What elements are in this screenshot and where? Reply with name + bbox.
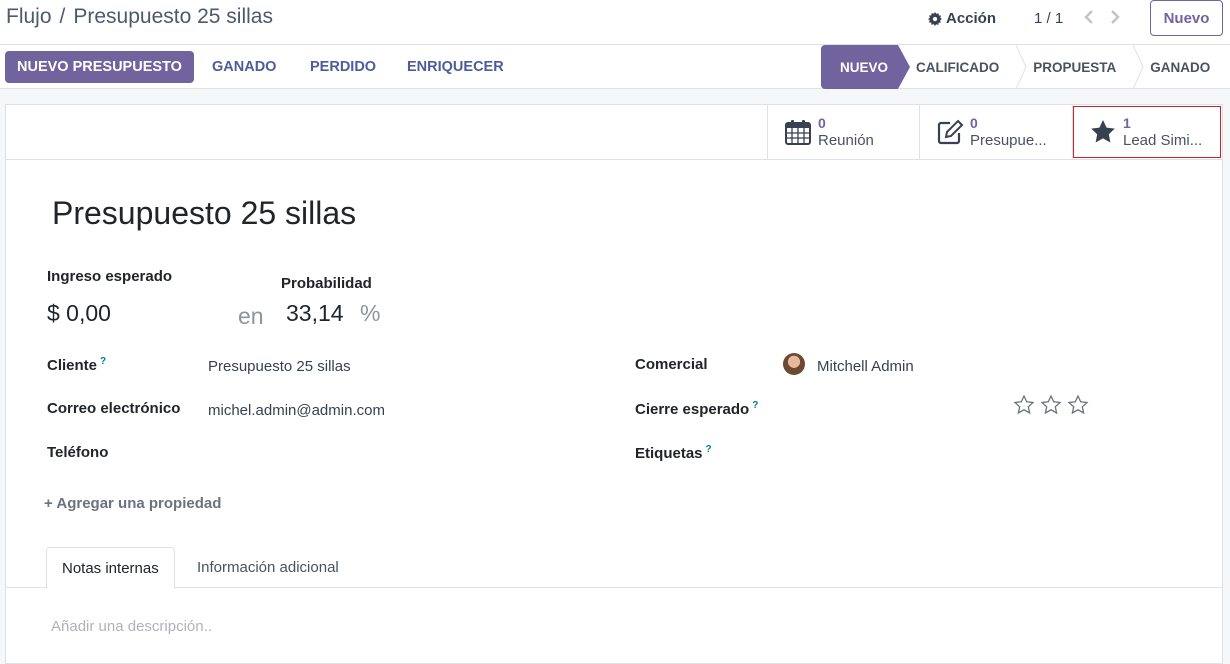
calendar-icon bbox=[785, 120, 811, 145]
stage-ganado[interactable]: GANADO bbox=[1138, 45, 1210, 89]
star-icon bbox=[1091, 120, 1115, 143]
cierre-label-text: Cierre esperado bbox=[635, 401, 750, 418]
tab-additional-info[interactable]: Información adicional bbox=[182, 547, 354, 588]
stage-pipeline: NUEVO CALIFICADO PROPUESTA GANADO bbox=[821, 45, 1210, 89]
new-record-button[interactable]: Nuevo bbox=[1150, 0, 1223, 36]
stage-label: PROPUESTA bbox=[1033, 59, 1117, 75]
form-sheet: 0 Reunión 0 Presupue... 1 Lead Simi... Pres… bbox=[5, 104, 1223, 664]
expected-revenue-label: Ingreso esperado bbox=[47, 268, 173, 285]
help-tooltip-icon[interactable]: ? bbox=[100, 356, 106, 367]
help-tooltip-icon[interactable]: ? bbox=[752, 400, 758, 411]
new-quotation-button[interactable]: NUEVO PRESUPUESTO bbox=[5, 51, 194, 83]
cliente-label-text: Cliente bbox=[47, 357, 98, 374]
quotation-count: 0 bbox=[970, 114, 978, 131]
probability-input[interactable]: 33,14 bbox=[286, 300, 344, 327]
control-panel: Flujo / Presupuesto 25 sillas Acción 1 /… bbox=[0, 0, 1230, 45]
meeting-label: Reunión bbox=[818, 131, 874, 149]
percent-sign: % bbox=[360, 300, 381, 326]
record-title[interactable]: Presupuesto 25 sillas bbox=[52, 195, 356, 232]
meeting-smart-button[interactable]: 0 Reunión bbox=[767, 105, 919, 159]
won-button[interactable]: GANADO bbox=[212, 51, 276, 83]
email-label: Correo electrónico bbox=[47, 400, 181, 417]
priority-widget bbox=[1013, 394, 1089, 416]
breadcrumb: Flujo / Presupuesto 25 sillas bbox=[6, 5, 273, 29]
help-tooltip-icon[interactable]: ? bbox=[706, 444, 712, 455]
phone-label: Teléfono bbox=[47, 444, 109, 461]
star-outline-icon[interactable] bbox=[1067, 394, 1089, 416]
action-label: Acción bbox=[946, 10, 997, 27]
stage-label: CALIFICADO bbox=[916, 59, 1000, 75]
quotation-label: Presupue... bbox=[970, 131, 1047, 149]
avatar bbox=[783, 353, 805, 375]
breadcrumb-parent-link[interactable]: Flujo bbox=[6, 5, 52, 29]
description-input[interactable]: Añadir una descripción.. bbox=[51, 618, 212, 635]
chevron-left-icon[interactable] bbox=[1082, 8, 1096, 26]
salesperson-field[interactable]: Mitchell Admin bbox=[817, 358, 914, 375]
quotation-smart-button[interactable]: 0 Presupue... bbox=[919, 105, 1072, 159]
enrich-button[interactable]: ENRIQUECER bbox=[407, 51, 504, 83]
star-outline-icon[interactable] bbox=[1013, 394, 1035, 416]
comercial-label: Comercial bbox=[635, 356, 708, 373]
breadcrumb-current: Presupuesto 25 sillas bbox=[73, 5, 273, 28]
tags-field[interactable] bbox=[796, 444, 1176, 464]
star-outline-icon[interactable] bbox=[1040, 394, 1062, 416]
etiquetas-label-text: Etiquetas bbox=[635, 445, 703, 462]
chevron-right-icon[interactable] bbox=[1108, 8, 1122, 26]
edit-icon bbox=[937, 119, 964, 145]
expected-closing-field[interactable] bbox=[796, 400, 996, 420]
similar-leads-smart-button[interactable]: 1 Lead Simi... bbox=[1072, 105, 1222, 159]
cliente-field[interactable]: Presupuesto 25 sillas bbox=[208, 358, 351, 375]
status-bar: NUEVO PRESUPUESTO GANADO PERDIDO ENRIQUE… bbox=[0, 45, 1230, 89]
probability-label: Probabilidad bbox=[281, 275, 372, 292]
stage-calificado[interactable]: CALIFICADO bbox=[910, 45, 1027, 89]
gear-icon bbox=[928, 11, 942, 26]
meeting-count: 0 bbox=[818, 114, 826, 131]
stage-nuevo[interactable]: NUEVO bbox=[821, 45, 911, 89]
phone-field[interactable] bbox=[208, 444, 588, 464]
notebook-tabs: Notas internas Información adicional bbox=[6, 547, 1222, 589]
tab-internal-notes[interactable]: Notas internas bbox=[46, 547, 175, 589]
cliente-label: Cliente? bbox=[47, 356, 106, 374]
email-field[interactable]: michel.admin@admin.com bbox=[208, 402, 385, 419]
breadcrumb-separator: / bbox=[59, 5, 66, 28]
expected-revenue-input[interactable]: $ 0,00 bbox=[47, 300, 111, 327]
smart-button-box: 0 Reunión 0 Presupue... 1 Lead Simi... bbox=[6, 105, 1222, 160]
etiquetas-label: Etiquetas? bbox=[635, 444, 712, 462]
pager-value[interactable]: 1 / 1 bbox=[1034, 10, 1063, 27]
add-property-button[interactable]: + Agregar una propiedad bbox=[44, 495, 221, 512]
lost-button[interactable]: PERDIDO bbox=[310, 51, 376, 83]
action-menu-button[interactable]: Acción bbox=[928, 10, 996, 27]
at-label: en bbox=[238, 303, 264, 329]
similar-leads-count: 1 bbox=[1123, 114, 1131, 131]
stage-propuesta[interactable]: PROPUESTA bbox=[1021, 45, 1144, 89]
similar-leads-label: Lead Simi... bbox=[1123, 131, 1203, 149]
cierre-label: Cierre esperado? bbox=[635, 400, 758, 418]
